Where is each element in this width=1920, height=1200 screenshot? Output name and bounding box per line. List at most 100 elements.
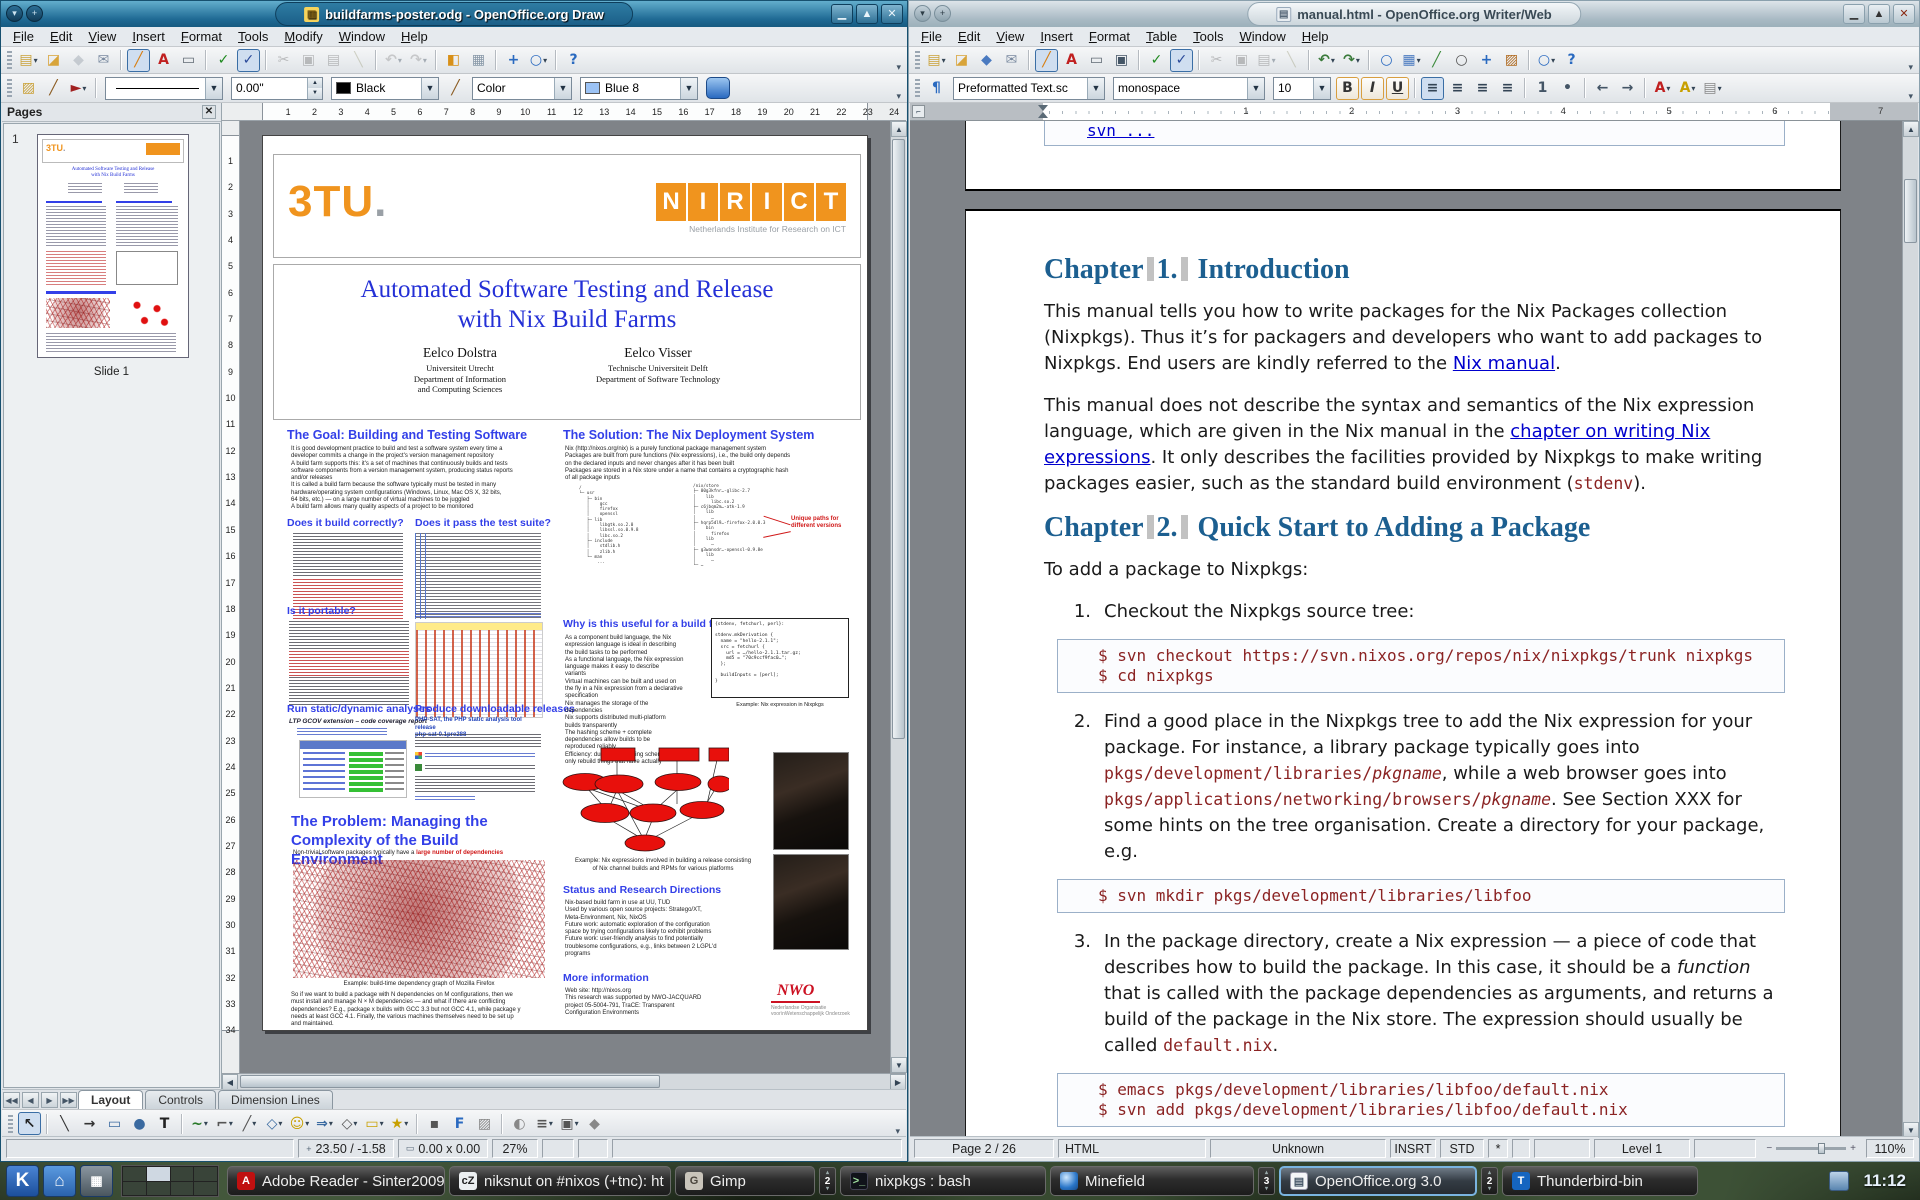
toolbar-overflow-icon[interactable]: ▾ [892,62,905,73]
callouts-icon[interactable]: ▭ [363,1112,386,1135]
select-icon[interactable]: ↖ [18,1112,41,1135]
sep-icon[interactable] [495,50,497,70]
slide-thumbnail[interactable]: 3TU. Automated Software Testing and Rele… [37,134,189,358]
find-icon[interactable]: ○ [1450,49,1473,72]
block-arrows-icon[interactable]: ⇒ [313,1112,336,1135]
stepper-buttons[interactable]: ▲▼ [307,78,322,99]
menu-item[interactable]: Edit [42,28,80,45]
maximize-button[interactable]: ▲ [1868,4,1890,24]
sep-icon[interactable] [1368,50,1370,70]
extrusion-icon[interactable]: ◆ [583,1112,606,1135]
menu-item[interactable]: Modify [276,28,330,45]
group-count[interactable]: 2 [1481,1167,1498,1195]
copy-icon[interactable]: ▣ [1230,49,1253,72]
help-icon[interactable]: ? [562,49,585,72]
document-area[interactable]: svn ... Chapter1. Introduction This manu… [910,121,1902,1138]
fill-color-select[interactable]: Blue 8▼ [580,77,698,100]
group-count[interactable]: 2 [819,1167,836,1195]
sep-icon[interactable] [95,78,97,98]
increase-indent-icon[interactable]: → [1616,77,1639,100]
sep-icon[interactable] [1308,50,1310,70]
prev-tab-icon[interactable]: ◀ [22,1092,39,1108]
font-name-select[interactable]: monospace▼ [1113,77,1265,100]
layer-tab[interactable]: Dimension Lines [218,1090,333,1109]
align-right-icon[interactable]: ≡ [1471,77,1494,100]
email-icon[interactable]: ✉ [1000,49,1023,72]
open-icon[interactable]: ◪ [42,49,65,72]
spellcheck-icon[interactable]: ✓ [212,49,235,72]
paintbrush-icon[interactable]: ╲ [1280,49,1303,72]
display-grid-icon[interactable]: ▦ [467,49,490,72]
terminal-icon[interactable]: >_ nixpkgs : bash [840,1166,1046,1196]
sep-icon[interactable] [265,50,267,70]
first-tab-icon[interactable]: ◀◀ [3,1092,20,1108]
spellcheck-icon[interactable]: ✓ [1145,49,1168,72]
zoom-icon[interactable]: ○ [1535,49,1558,72]
table-icon[interactable]: ▦ [1400,49,1423,72]
chart-icon[interactable]: ◧ [442,49,465,72]
sticky-icon[interactable]: + [934,5,951,22]
zoom-slider[interactable]: −+ [1760,1143,1862,1154]
draw-canvas[interactable]: 3TU. NIRICT Netherlands Institute for Re… [240,121,890,1073]
menu-item[interactable]: Format [1081,28,1138,45]
sep-icon[interactable] [205,50,207,70]
layer-tab[interactable]: Controls [145,1090,216,1109]
page-preview-icon[interactable]: ▣ [1110,49,1133,72]
menu-item[interactable]: Tools [1185,28,1231,45]
ellipse-icon[interactable]: ● [128,1112,151,1135]
cut-icon[interactable]: ✂ [272,49,295,72]
gallery-icon[interactable]: ▨ [1500,49,1523,72]
home-button[interactable]: ⌂ [43,1165,76,1197]
edit-file-icon[interactable]: ╱ [127,49,150,72]
menu-item[interactable]: Insert [1032,28,1081,45]
export-pdf-icon[interactable]: A [1060,49,1083,72]
paintbrush-icon[interactable]: ╲ [347,49,370,72]
sep-icon[interactable] [375,50,377,70]
poster-page[interactable]: 3TU. NIRICT Netherlands Institute for Re… [262,135,868,1031]
sep-icon[interactable] [46,1114,48,1134]
minimize-button[interactable]: ▁ [1843,4,1865,24]
navigator-icon[interactable]: + [502,49,525,72]
save-icon[interactable]: ◆ [975,49,998,72]
alignment-icon[interactable]: ≡ [533,1112,556,1135]
menu-item[interactable]: Table [1138,28,1185,45]
window-menu-icon[interactable]: ▾ [914,5,931,22]
align-center-icon[interactable]: ≡ [1446,77,1469,100]
print-icon[interactable]: ▭ [177,49,200,72]
zoom-icon[interactable]: ○ [527,49,550,72]
edit-glue-points-icon[interactable]: ▪ [423,1112,446,1135]
open-icon[interactable]: ◪ [950,49,973,72]
paragraph-style-select[interactable]: Preformatted Text.sc▼ [953,77,1105,100]
menu-item[interactable]: Window [1231,28,1293,45]
xchat-icon[interactable]: cZ niksnut on #nixos (+tnc): ht [449,1166,671,1196]
align-justify-icon[interactable]: ≡ [1496,77,1519,100]
menu-item[interactable]: File [5,28,42,45]
toolbar-handle[interactable] [915,79,920,97]
stars-icon[interactable]: ★ [388,1112,411,1135]
curve-icon[interactable]: ~ [188,1112,211,1135]
indent-marker[interactable] [1038,112,1048,118]
autospellcheck-icon[interactable]: ✓ [237,49,260,72]
next-tab-icon[interactable]: ▶ [41,1092,58,1108]
from-file-icon[interactable]: ▨ [473,1112,496,1135]
line-pen-icon[interactable]: ╱ [42,77,65,100]
toolbar-handle[interactable] [915,51,920,69]
redo-icon[interactable]: ↷ [407,49,430,72]
vertical-scrollbar[interactable]: ▲ ▼ [890,121,906,1073]
menu-item[interactable]: File [913,28,950,45]
basic-shapes-icon[interactable]: ◇ [263,1112,286,1135]
highlight-icon[interactable]: A [1676,77,1699,100]
menu-item[interactable]: View [80,28,124,45]
align-left-icon[interactable]: ≡ [1421,77,1444,100]
close-button[interactable]: ✕ [881,4,903,24]
font-size-select[interactable]: 10▼ [1273,77,1331,100]
klipper-tray-icon[interactable] [1829,1171,1849,1191]
fill-type-select[interactable]: Color▼ [472,77,572,100]
help-icon[interactable]: ? [1560,49,1583,72]
writer-titlebar[interactable]: ▾ + ▤ manual.html - OpenOffice.org Write… [909,1,1919,27]
menu-item[interactable]: Help [1294,28,1337,45]
draw-functions-icon[interactable]: ╱ [1425,49,1448,72]
cut-icon[interactable]: ✂ [1205,49,1228,72]
sep-icon[interactable] [1414,78,1416,98]
sep-icon[interactable] [501,1114,503,1134]
